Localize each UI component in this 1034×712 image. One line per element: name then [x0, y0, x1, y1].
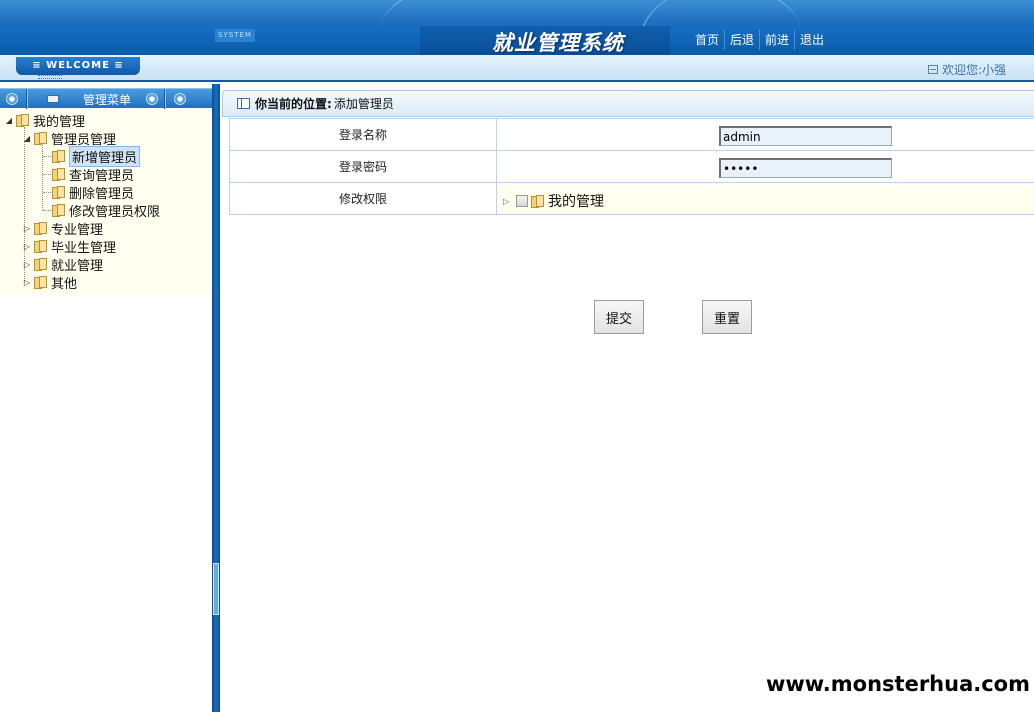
login-name-cell [496, 118, 1034, 151]
tree-node-employment-management[interactable]: ▷ 就业管理 [22, 255, 103, 274]
permission-tree: ▷ 我的管理 [503, 191, 604, 211]
menu-knob-icon [146, 93, 158, 105]
location-value: 添加管理员 [333, 97, 394, 111]
menu-header: 管理菜单 [0, 88, 212, 109]
welcome-bar: ≡ WELCOME ≡ 欢迎您:小强 [0, 55, 1034, 82]
folder-icon [52, 204, 66, 217]
form-row-permission: 修改权限 ▷ 我的管理 [229, 182, 1034, 215]
expand-toggle-icon[interactable]: ▷ [22, 278, 32, 288]
add-admin-form: 登录名称 登录密码 修改权限 ▷ 我的管理 [229, 118, 1034, 215]
tree-node-label[interactable]: 就业管理 [51, 255, 103, 274]
form-row-login-name: 登录名称 [229, 118, 1034, 151]
nav-forward[interactable]: 前进 [760, 30, 796, 50]
tree-item-edit-admin-permission[interactable]: 修改管理员权限 [52, 201, 160, 220]
folder-icon [34, 132, 48, 145]
folder-icon [16, 114, 30, 127]
app-title: 就业管理系统 [492, 31, 624, 55]
tree-guide-line [43, 192, 51, 193]
folder-icon [34, 276, 48, 289]
watermark: www.monsterhua.com [765, 672, 1030, 696]
welcome-dots-decoration [38, 75, 62, 79]
tree-node-graduate-management[interactable]: ▷ 毕业生管理 [22, 237, 116, 256]
user-info: 欢迎您:小强 [927, 61, 1006, 78]
permission-label: 修改权限 [229, 182, 497, 215]
tree-item-label[interactable]: 删除管理员 [69, 183, 134, 202]
tree-item-delete-admin[interactable]: 删除管理员 [52, 183, 134, 202]
reset-button[interactable]: 重置 [702, 300, 752, 334]
expand-toggle-icon[interactable]: ▷ [503, 197, 513, 206]
menu-separator [26, 89, 28, 109]
tree-node-admin-management[interactable]: ◢ 管理员管理 [22, 130, 116, 148]
form-row-password: 登录密码 [229, 150, 1034, 183]
sidebar: 管理菜单 ◢ 我的管理 ◢ 管理员管理 新增管理员 查询管理员 删除管理员 修改… [0, 84, 212, 712]
user-card-icon [927, 65, 938, 74]
folder-icon [52, 150, 66, 163]
tree-item-label[interactable]: 新增管理员 [69, 146, 141, 167]
splitter-grip-handle[interactable] [213, 563, 219, 615]
tree-item-query-admin[interactable]: 查询管理员 [52, 165, 134, 184]
password-input[interactable] [719, 158, 892, 178]
panel-splitter[interactable] [212, 84, 220, 712]
collapse-toggle-icon[interactable]: ◢ [4, 116, 14, 126]
sidebar-tree: ◢ 我的管理 ◢ 管理员管理 新增管理员 查询管理员 删除管理员 修改管理员权限… [0, 110, 210, 294]
folder-icon [52, 168, 66, 181]
folder-icon [34, 240, 48, 253]
folder-icon [34, 258, 48, 271]
menu-separator [164, 89, 166, 109]
tree-node-label[interactable]: 专业管理 [51, 219, 103, 238]
tree-node-label[interactable]: 我的管理 [33, 111, 85, 130]
tree-node-major-management[interactable]: ▷ 专业管理 [22, 219, 103, 238]
tree-guide-line [43, 174, 51, 175]
tree-guide-line [43, 156, 51, 157]
tree-node-root[interactable]: ◢ 我的管理 [4, 111, 85, 130]
permission-tree-root-label[interactable]: 我的管理 [548, 191, 604, 211]
tree-item-add-admin[interactable]: 新增管理员 [52, 146, 141, 167]
tree-node-label[interactable]: 毕业生管理 [51, 237, 116, 256]
tree-node-other[interactable]: ▷ 其他 [22, 273, 77, 292]
expand-toggle-icon[interactable]: ▷ [22, 242, 32, 252]
app-header: SYSTEM 就业管理系统 首页 后退 前进 退出 [0, 0, 1034, 55]
menu-title: 管理菜单 [83, 93, 132, 107]
tree-guide-line [42, 145, 43, 210]
login-name-input[interactable] [719, 126, 892, 146]
tree-node-label[interactable]: 其他 [51, 273, 77, 292]
location-label: 你当前的位置: [255, 97, 332, 111]
folder-icon [34, 222, 48, 235]
submit-button[interactable]: 提交 [594, 300, 644, 334]
menu-knob-icon [174, 93, 186, 105]
expand-toggle-icon[interactable]: ▷ [22, 224, 32, 234]
tree-item-label[interactable]: 修改管理员权限 [69, 201, 160, 220]
collapse-toggle-icon[interactable]: ◢ [22, 134, 32, 144]
system-badge: SYSTEM [215, 29, 255, 42]
nav-home[interactable]: 首页 [690, 30, 726, 50]
breadcrumb: 你当前的位置: 添加管理员 [222, 90, 1034, 117]
expand-toggle-icon[interactable]: ▷ [22, 260, 32, 270]
login-name-label: 登录名称 [229, 118, 497, 151]
folder-icon [52, 186, 66, 199]
folder-icon [531, 194, 545, 208]
password-label: 登录密码 [229, 150, 497, 183]
menu-knob-icon [6, 93, 18, 105]
tree-guide-line [43, 210, 51, 211]
welcome-user-text: 欢迎您:小强 [941, 63, 1006, 77]
nav-back[interactable]: 后退 [725, 30, 761, 50]
top-nav: 首页 后退 前进 退出 [690, 30, 829, 52]
tree-item-label[interactable]: 查询管理员 [69, 165, 134, 184]
book-icon [237, 98, 250, 109]
main-content: 你当前的位置: 添加管理员 登录名称 登录密码 修改权限 ▷ 我的管理 [220, 84, 1034, 712]
envelope-icon [47, 95, 59, 103]
nav-logout[interactable]: 退出 [795, 30, 829, 50]
permission-cell: ▷ 我的管理 [496, 182, 1034, 215]
welcome-tab: ≡ WELCOME ≡ [16, 57, 140, 75]
password-cell [496, 150, 1034, 183]
permission-checkbox[interactable] [516, 195, 528, 207]
